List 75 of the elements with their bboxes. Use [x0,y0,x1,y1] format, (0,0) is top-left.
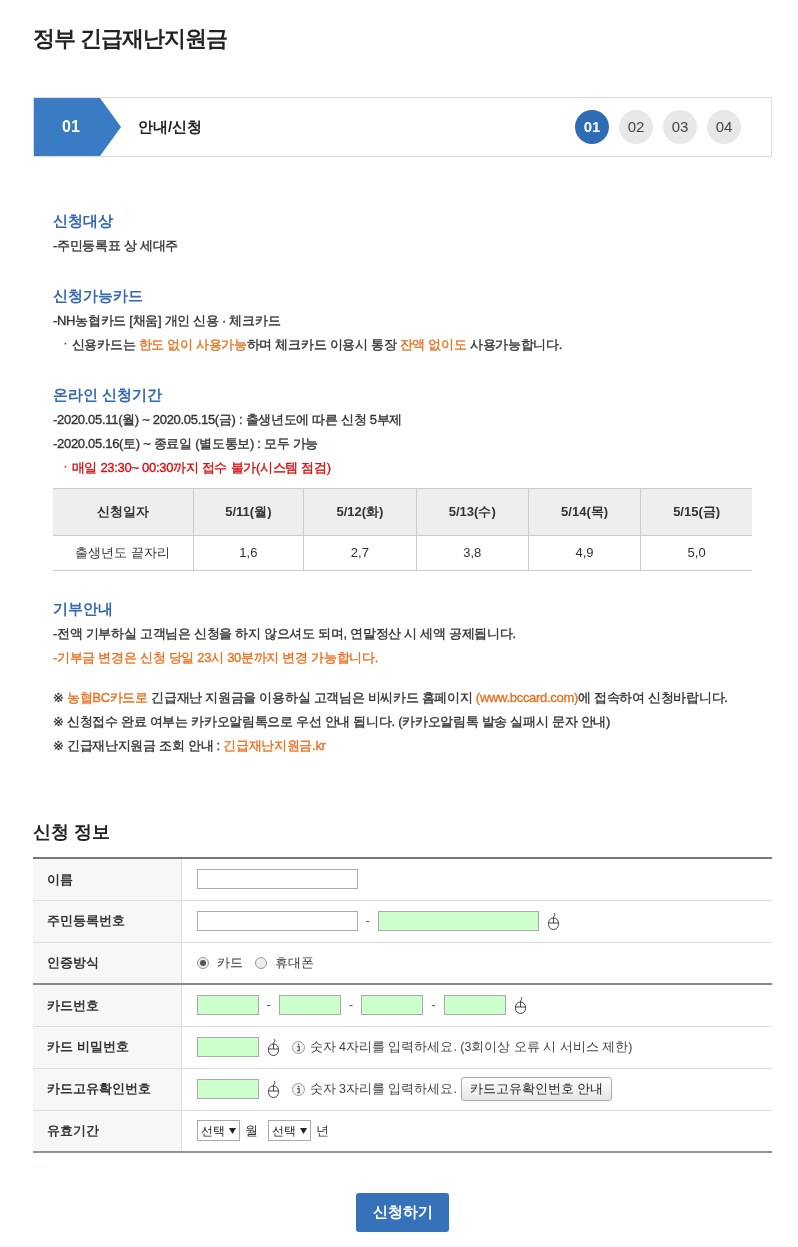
field-label: 카드고유확인번호 [33,1068,181,1110]
caret-icon [299,1127,307,1134]
input-field[interactable] [377,911,539,931]
table-cell: 1,6 [193,535,304,571]
info-line: -2020.05.11(월) ~ 2020.05.15(금) : 출생년도에 따른 신청 5부제 [53,411,404,429]
table-header-cell: 5/11(월) [193,488,304,536]
table-cell: 5,0 [640,535,752,571]
step-title: 안내/신청 [138,116,203,137]
table-cell: 4,9 [528,535,641,571]
input-field[interactable] [196,911,358,931]
table-header-cell: 5/12(화) [303,488,417,536]
mouse-icon[interactable] [546,912,560,930]
hint-text: 숫자 4자리를 입력하세요. (3회이상 오류 시 서비스 제한) [309,1038,633,1056]
section-heading: 신청가능카드 [53,286,144,306]
table-header-cell: 5/15(금) [640,488,752,536]
info-line: -NH농협카드 [채움] 개인 신용 · 체크카드 [53,312,282,330]
info-line: -2020.05.16(토) ~ 종료일 (별도통보) : 모두 가능 [53,435,320,453]
info-line: ㆍ신용카드는 한도 없이 사용가능하며 체크카드 이용시 통장 잔액 없이도 사용가능합니다. [58,336,564,354]
mouse-icon[interactable] [266,1080,280,1098]
unit-label: 월 [244,1122,258,1140]
table-header-cell: 5/14(목) [528,488,641,536]
info-icon [291,1040,305,1054]
table-header-cell: 5/13(수) [416,488,529,536]
note-line: ※ 농협BC카드로 긴급재난 지원금을 이용하실 고객님은 비씨카드 홈페이지 (www.bccard.com)에 접속하여 신청바랍니다. [53,689,729,707]
note-line: ※ 신청접수 완료 여부는 카카오알림톡으로 우선 안내 됩니다. (카카오알림톡 발송 실패시 문자 안내) [53,713,611,731]
dash-separator: - [365,912,370,930]
field-label: 카드번호 [33,984,181,1026]
radio-label: 카드 [216,954,243,972]
input-field[interactable] [278,995,341,1016]
field-label: 카드 비밀번호 [33,1026,181,1068]
table-cell: 3,8 [416,535,529,571]
info-icon [291,1082,305,1096]
submit-button[interactable]: 신청하기 [356,1193,449,1232]
input-field[interactable] [196,869,358,890]
input-field[interactable] [196,1037,259,1057]
input-field[interactable] [361,995,424,1016]
radio-button[interactable] [196,956,209,969]
caret-icon [228,1127,236,1134]
step-indicator: 04 [707,110,741,144]
info-line: -전액 기부하실 고객님은 신청을 하지 않으셔도 되며, 연말정산 시 세액 공제됩니다. [53,625,517,643]
radio-button[interactable] [254,956,267,969]
mouse-icon[interactable] [266,1038,280,1056]
note-line: ※ 긴급재난지원금 조회 안내 : 긴급재난지원금.kr [53,737,327,755]
hint-text: 숫자 3자리를 입력하세요. [309,1080,457,1098]
input-field[interactable] [196,995,259,1016]
section-heading: 신청대상 [53,211,114,231]
input-field[interactable] [196,1079,259,1099]
select-dropdown[interactable]: 선택 [196,1120,240,1142]
form-heading: 신청 정보 [33,821,111,844]
info-line: -주민등록표 상 세대주 [53,237,179,255]
table-header-cell: 신청일자 [53,488,193,536]
step-indicator: 03 [663,110,697,144]
step-indicator: 02 [619,110,653,144]
mouse-icon[interactable] [513,996,527,1014]
table-cell: 출생년도 끝자리 [53,535,193,571]
field-label: 유효기간 [33,1110,181,1152]
radio-label: 휴대폰 [274,954,314,972]
page-title: 정부 긴급재난지원금 [33,25,229,52]
field-label: 인증방식 [33,942,181,984]
step-indicator: 01 [575,110,609,144]
info-line: ㆍ매일 23:30~ 00:30까지 접수 불가(시스템 점검) [58,459,332,477]
table-cell: 2,7 [303,535,417,571]
section-heading: 기부안내 [53,599,114,619]
section-heading: 온라인 신청기간 [53,385,164,405]
dash-separator: - [431,996,436,1015]
input-field[interactable] [443,995,506,1016]
unit-label: 년 [315,1122,329,1140]
info-line: -기부금 변경은 신청 당일 23시 30분까지 변경 가능합니다. [53,649,379,667]
step-number-flag: 01 [34,98,121,156]
dash-separator: - [348,996,354,1015]
guide-button[interactable]: 카드고유확인번호 안내 [460,1077,613,1101]
dash-separator: - [266,996,271,1015]
select-dropdown[interactable]: 선택 [267,1120,311,1142]
field-label: 이름 [33,858,181,900]
field-label: 주민등록번호 [33,900,181,942]
